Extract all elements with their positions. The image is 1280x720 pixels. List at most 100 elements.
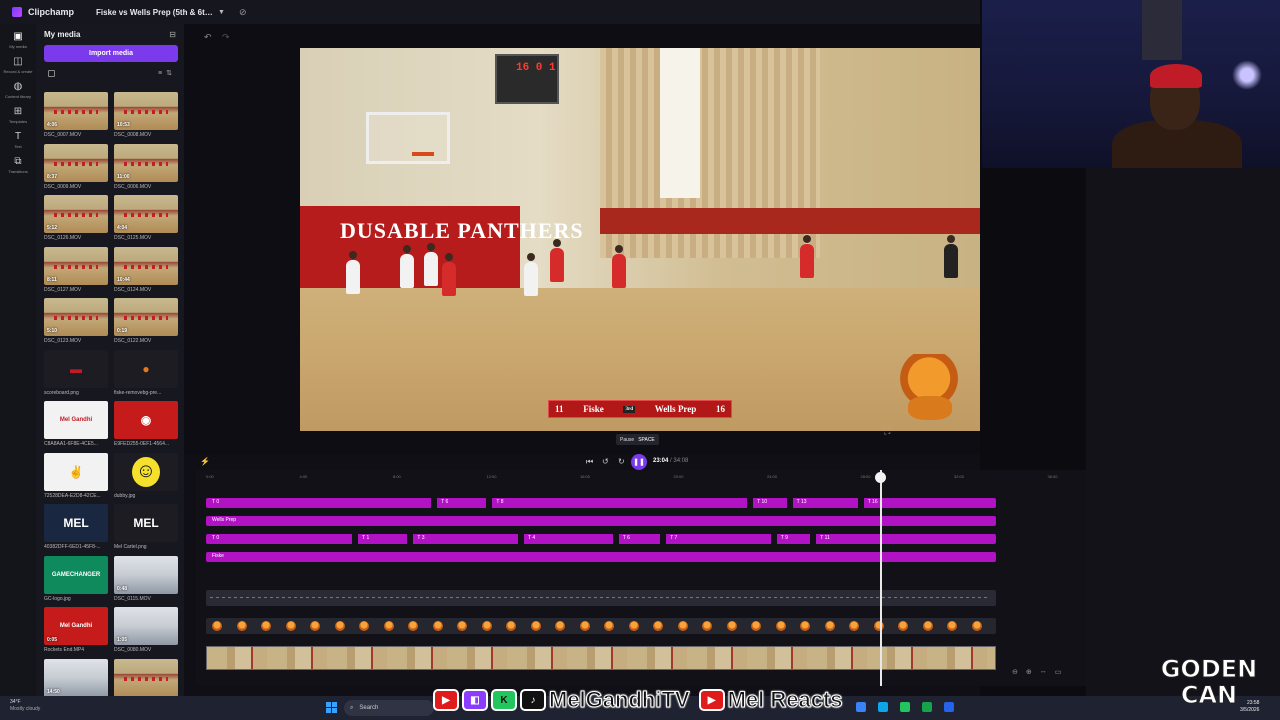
media-tile[interactable]: 8:11 DSC_0127.MOV	[44, 246, 108, 297]
media-filename: DSC_0122.MOV	[114, 338, 152, 344]
player	[612, 245, 626, 288]
app-icon[interactable]	[922, 702, 932, 712]
taskbar-search[interactable]: ⌕ Search	[344, 700, 434, 716]
text-track[interactable]: Wells Prep	[206, 516, 996, 526]
fullscreen-icon[interactable]: ⛶	[884, 426, 890, 437]
rail-item[interactable]: ◫ Record & create	[0, 57, 36, 75]
media-tile[interactable]: MEL 40382DFF-6ED1-45F8-...	[44, 504, 108, 554]
media-tile[interactable]: ● fiske-removebg-pre...	[114, 349, 178, 400]
video-preview[interactable]: DUSABLE PANTHERS 16 0 1 11 Fiske 3rd Wel…	[300, 48, 980, 431]
text-clip-label[interactable]: T 16	[868, 499, 878, 505]
zoom-out-icon[interactable]: ⊖	[1012, 668, 1018, 676]
media-thumbnail: 5:10	[44, 298, 108, 336]
media-grid: 4:06 DSC_0007.MOV 10:53 DSC_0008.MOV 8:37 DSC…	[44, 92, 180, 708]
redo-icon[interactable]: ↷	[222, 32, 230, 43]
chevron-down-icon[interactable]: ▼	[218, 9, 225, 16]
media-tile[interactable]: MEL Mel Cartel.png	[114, 504, 178, 554]
text-clip-label[interactable]: T 1	[362, 535, 369, 541]
spotify-icon[interactable]	[900, 702, 910, 712]
text-clip-label[interactable]: T 13	[797, 499, 807, 505]
text-clip-label[interactable]: T 6	[623, 535, 630, 541]
hoop-rim	[412, 152, 434, 156]
text-clip-label[interactable]: T 11	[820, 535, 830, 541]
rail-item[interactable]: ◍ Content library	[0, 82, 36, 100]
text-clip-label[interactable]: T 4	[528, 535, 535, 541]
playhead[interactable]	[880, 470, 882, 686]
media-tile[interactable]: Mel Gandhi 0:05 Rockets End.MP4	[44, 607, 108, 657]
project-name[interactable]: Fiske vs Wells Prep (5th & 6th Gra...	[96, 8, 214, 17]
timeline-options-icon[interactable]: ▭	[1055, 668, 1062, 676]
text-clip-label[interactable]: T 6	[441, 499, 448, 505]
media-thumbnail: 10:44	[114, 246, 178, 285]
text-clip-label[interactable]: T 0	[212, 499, 219, 505]
edge-icon[interactable]	[856, 702, 866, 712]
playhead-handle[interactable]	[875, 472, 886, 483]
rail-item[interactable]: ⊞ Templates	[0, 107, 36, 125]
media-tile[interactable]: 4:06 DSC_0007.MOV	[44, 92, 108, 142]
forward-icon[interactable]: ↻	[618, 457, 625, 466]
media-tile[interactable]: GAMECHANGER GC-logo.jpg	[44, 555, 108, 606]
text-clip-label[interactable]: Wells Prep	[212, 517, 236, 523]
text-clip-label[interactable]: T 3	[417, 535, 424, 541]
media-tile[interactable]: ☺ dubby.jpg	[114, 452, 178, 503]
media-duration: 0:48	[117, 585, 128, 592]
media-tile[interactable]: 0:48 DSC_0115.MOV	[114, 555, 178, 606]
pause-button[interactable]: ❚❚	[631, 454, 647, 470]
import-media-button[interactable]: Import media	[44, 45, 178, 62]
text-clip-label[interactable]: T 7	[670, 535, 677, 541]
sticker-clip	[849, 621, 859, 631]
rail-item-label: My media	[9, 44, 27, 49]
sort-filter-icon[interactable]: ≡⇅	[158, 69, 176, 77]
audio-track[interactable]	[206, 590, 996, 606]
rail-item[interactable]: ▣ My media	[0, 32, 36, 50]
browser-icon[interactable]	[878, 702, 888, 712]
video-track[interactable]	[206, 646, 996, 670]
media-tile[interactable]: ✌ 72528DEA-E2D8-42CE...	[44, 452, 108, 503]
ruler-tick: 24:00	[767, 474, 778, 479]
select-all-checkbox[interactable]	[48, 69, 55, 77]
text-track[interactable]: T 0 T 6 T 8 T 10 T 13 T 16	[206, 498, 996, 508]
zoom-in-icon[interactable]: ⊕	[1026, 668, 1032, 676]
media-tile[interactable]: 10:53 DSC_0008.MOV	[114, 92, 178, 142]
media-tile[interactable]: 10:44 DSC_0124.MOV	[114, 246, 178, 297]
media-tile[interactable]: 5:12 DSC_0126.MOV	[44, 195, 108, 245]
sticker-clip	[432, 621, 443, 631]
media-duration: 8:11	[47, 276, 57, 283]
text-clip-label[interactable]: T 0	[212, 535, 219, 541]
text-track[interactable]: T 0 T 1 T 3 T 4 T 6 T 7 T 9 T 11	[206, 534, 996, 544]
collapse-panel-icon[interactable]: ⊟	[169, 30, 176, 39]
text-track[interactable]: Fiske	[206, 552, 996, 562]
home-team: Fiske	[583, 404, 604, 414]
undo-icon[interactable]: ↶	[204, 32, 212, 43]
text-clip-label[interactable]: T 8	[496, 499, 503, 505]
text-clip-label[interactable]: T 10	[757, 499, 767, 505]
media-tile[interactable]: Mel Gandhi C8A8AA1-6F8E-4CE5...	[44, 401, 108, 451]
magic-tools-icon[interactable]: ⚡	[200, 457, 210, 466]
media-tile[interactable]: 8:37 DSC_0009.MOV	[44, 143, 108, 194]
rewind-icon[interactable]: ↺	[602, 457, 609, 466]
sticker-track[interactable]	[206, 618, 996, 634]
media-tile[interactable]: ▬ scoreboard.png	[44, 349, 108, 400]
media-tile[interactable]: 4:04 DSC_0125.MOV	[114, 195, 178, 245]
media-tile[interactable]: 0:19 DSC_0122.MOV	[114, 298, 178, 348]
skip-back-icon[interactable]: ⏮	[586, 457, 593, 467]
app-icon[interactable]	[944, 702, 954, 712]
thumbnail-graphic: ●	[142, 361, 150, 376]
player	[550, 239, 564, 282]
media-tile[interactable]: 5:10 DSC_0123.MOV	[44, 298, 108, 348]
text-clip-label[interactable]: Fiske	[212, 553, 224, 559]
media-tile[interactable]: 11:00 DSC_0006.MOV	[114, 143, 178, 194]
text-clip-label[interactable]: T 9	[781, 535, 788, 541]
timeline-ruler[interactable]: 0:00 4:00 8:00 12:00 16:00 20:00 24:00 28:00 32:…	[196, 470, 1086, 484]
media-tile[interactable]: ◉ E9FED255-0EF1-4564...	[114, 401, 178, 451]
cloud-sync-icon[interactable]: ⊘	[239, 7, 247, 18]
rail-item[interactable]: ⧉ Transitions	[0, 157, 36, 175]
media-tile[interactable]: 1:05 DSC_0080.MOV	[114, 607, 178, 657]
fit-timeline-icon[interactable]: ↔	[1040, 668, 1047, 676]
media-filename: DSC_0009.MOV	[44, 183, 82, 190]
rail-item[interactable]: T Text	[0, 132, 36, 150]
ruler-tick: 12:00	[486, 474, 497, 479]
windows-start-icon[interactable]	[326, 702, 337, 713]
timeline[interactable]: 0:00 4:00 8:00 12:00 16:00 20:00 24:00 28:00 32:…	[196, 470, 1086, 686]
weather-widget[interactable]: 34°F Mostly cloudy	[10, 699, 40, 713]
